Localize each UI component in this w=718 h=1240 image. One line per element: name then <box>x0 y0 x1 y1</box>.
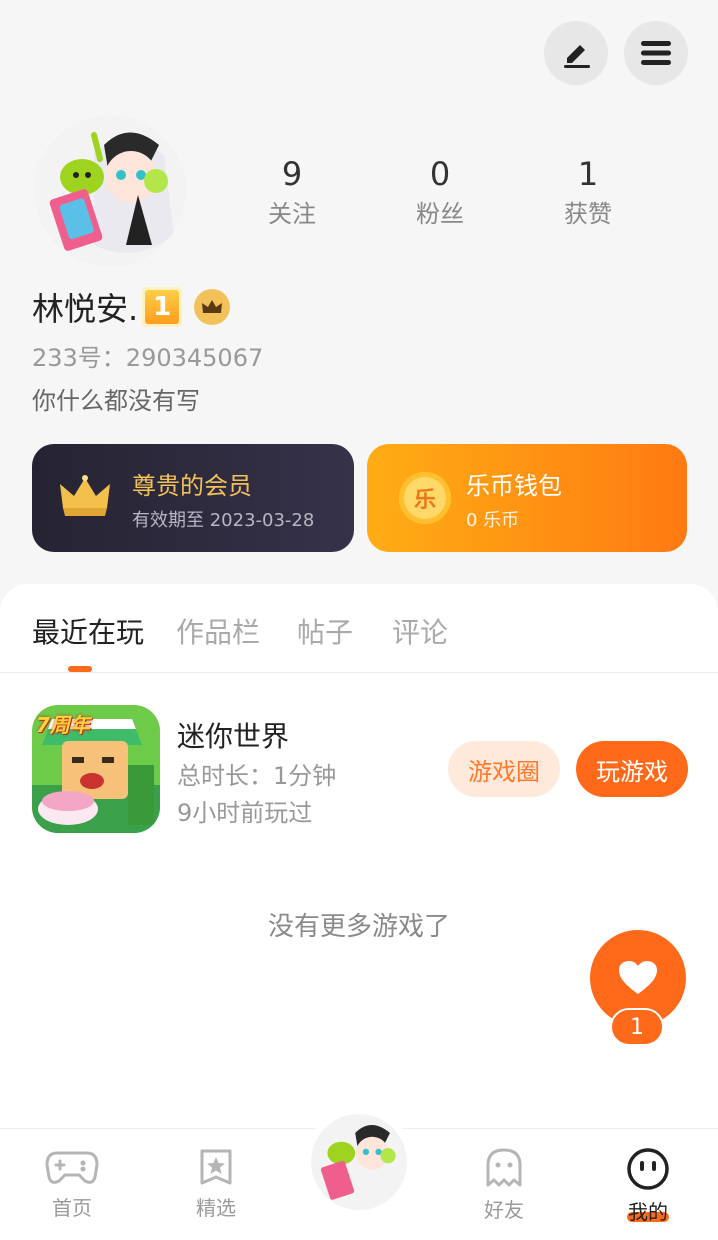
tab-works[interactable]: 作品栏 <box>176 611 260 651</box>
gamepad-icon <box>45 1151 99 1184</box>
nav-mine[interactable]: 我的 <box>593 1147 703 1225</box>
tab-comments[interactable]: 评论 <box>392 611 448 651</box>
wallet-card[interactable]: 乐 乐币钱包 0 乐币 <box>367 444 687 552</box>
nav-label: 首页 <box>52 1196 92 1220</box>
stat-followers[interactable]: 0 粉丝 <box>385 156 495 229</box>
vip-expiry: 有效期至 2023-03-28 <box>132 510 315 531</box>
profile-name: 林悦安. <box>32 290 139 328</box>
wallet-title: 乐币钱包 <box>466 472 562 500</box>
bottom-nav: 首页 精选 好友 我的 <box>0 1107 718 1240</box>
smiley-icon <box>627 1148 669 1190</box>
stat-label: 获赞 <box>564 200 612 228</box>
nav-center-avatar[interactable] <box>304 1107 414 1217</box>
anniversary-tag: 7周年 <box>36 713 90 737</box>
center-avatar-image <box>311 1114 407 1210</box>
nav-label-wrap: 我的 <box>593 1196 703 1225</box>
heart-icon <box>619 961 657 994</box>
wallet-balance: 0 乐币 <box>466 510 520 531</box>
nav-featured[interactable]: 精选 <box>161 1147 271 1221</box>
crown-icon <box>202 300 223 313</box>
game-name[interactable]: 迷你世界 <box>177 715 289 755</box>
vip-card[interactable]: 尊贵的会员 有效期至 2023-03-28 <box>32 444 354 552</box>
user-bio[interactable]: 你什么都没有写 <box>32 381 200 416</box>
stat-likes[interactable]: 1 获赞 <box>533 156 643 229</box>
game-duration: 总时长：1分钟 <box>177 762 337 790</box>
game-icon[interactable]: 7周年 <box>32 705 160 833</box>
coin-icon: 乐 <box>399 472 451 524</box>
tab-recent-play[interactable]: 最近在玩 <box>32 611 144 651</box>
star-badge-icon <box>200 1149 232 1185</box>
vip-title: 尊贵的会员 <box>132 472 252 500</box>
avatar[interactable] <box>34 115 186 267</box>
nav-home[interactable]: 首页 <box>17 1147 127 1221</box>
stat-value: 0 <box>429 155 451 193</box>
nav-label: 好友 <box>484 1198 524 1222</box>
like-count-badge: 1 <box>610 1008 664 1046</box>
user-id: 233号：290345067 <box>32 344 264 372</box>
menu-icon <box>641 41 671 65</box>
stat-label: 粉丝 <box>416 200 464 228</box>
nav-label: 精选 <box>196 1196 236 1220</box>
stat-following[interactable]: 9 关注 <box>237 156 347 229</box>
menu-button[interactable] <box>624 21 688 85</box>
ghost-icon <box>486 1148 522 1187</box>
nav-friends[interactable]: 好友 <box>449 1147 559 1223</box>
stat-value: 9 <box>281 155 303 193</box>
profile-name-row: 林悦安. 1 <box>32 284 231 330</box>
edit-profile-button[interactable] <box>544 21 608 85</box>
play-game-button[interactable]: 玩游戏 <box>576 741 688 797</box>
gold-crown-icon <box>60 475 110 516</box>
anime-avatar-image <box>34 115 186 267</box>
coin-glyph: 乐 <box>413 488 436 513</box>
tab-divider <box>0 672 718 673</box>
stat-value: 1 <box>577 155 599 193</box>
vip-crown-badge[interactable] <box>194 289 231 325</box>
level-number: 1 <box>153 292 172 322</box>
nav-label: 我的 <box>628 1200 668 1224</box>
pencil-icon <box>564 45 590 68</box>
game-circle-button[interactable]: 游戏圈 <box>448 741 560 797</box>
game-last-played: 9小时前玩过 <box>177 799 313 827</box>
content-sheet: 最近在玩 作品栏 帖子 评论 7周年 迷你世界 总时长：1分钟 9小时前玩过 游… <box>0 584 718 1134</box>
stat-label: 关注 <box>268 200 316 228</box>
tab-posts[interactable]: 帖子 <box>297 611 353 651</box>
level-badge: 1 <box>142 287 183 327</box>
